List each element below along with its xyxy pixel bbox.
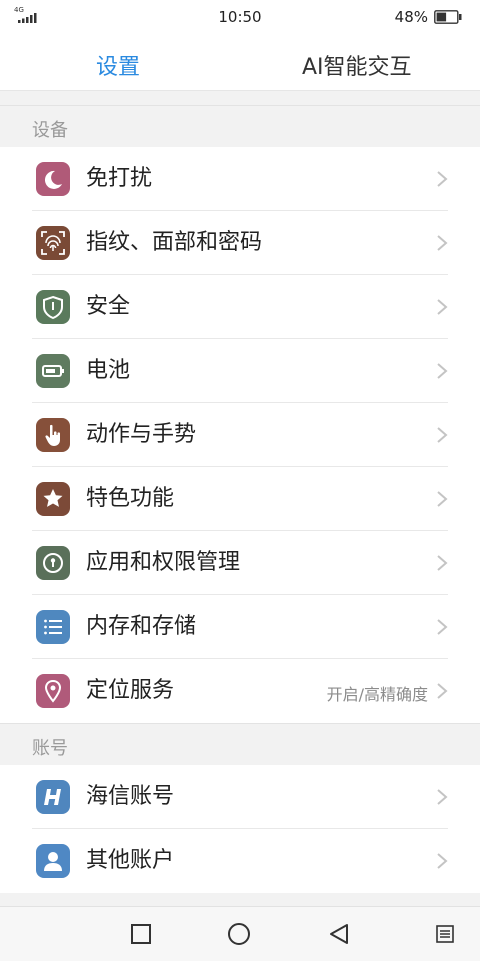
item-label: 指纹、面部和密码 [86,230,263,255]
chevron-right-icon [437,619,448,635]
list-item-featured-functions[interactable]: 特色功能 [0,467,480,531]
section-title-device: 设备 [32,120,68,141]
location-status-value: 开启/高精确度 [326,685,428,704]
app-permission-icon [36,546,70,580]
back-button[interactable] [327,922,351,946]
item-label: 免打扰 [86,166,153,191]
tab-ai-interaction[interactable]: AI智能交互 [302,54,412,82]
moon-icon [36,162,70,196]
status-bar: 4G 10:50 48% [0,0,480,34]
location-pin-icon [36,674,70,708]
item-label: 定位服务 [86,678,175,703]
list-item-fingerprint-face-password[interactable]: 指纹、面部和密码 [0,211,480,275]
fingerprint-icon [36,226,70,260]
item-label: 应用和权限管理 [86,550,241,575]
star-icon [36,482,70,516]
battery-icon [36,354,70,388]
device-settings-list: 免打扰 指纹、面部和密码 安全 电池 动作与手势 特色功能 应用和权限管理 内存… [0,147,480,723]
hand-gesture-icon [36,418,70,452]
system-navigation-bar [0,906,480,961]
chevron-right-icon [437,299,448,315]
list-item-hisense-account[interactable]: 海信账号 [0,765,480,829]
list-item-memory-storage[interactable]: 内存和存储 [0,595,480,659]
list-item-security[interactable]: 安全 [0,275,480,339]
menu-button[interactable] [433,922,457,946]
item-label: 安全 [86,294,131,319]
battery-percent: 48% [394,8,428,26]
item-label: 海信账号 [86,784,175,809]
section-header-account: 账号 [0,723,480,766]
person-icon [36,844,70,878]
hisense-account-icon [36,780,70,814]
item-label: 内存和存储 [86,614,197,639]
storage-list-icon [36,610,70,644]
chevron-right-icon [437,491,448,507]
item-label: 动作与手势 [86,422,197,447]
chevron-right-icon [437,853,448,869]
chevron-right-icon [437,683,448,699]
header-tabs: 设置 AI智能交互 [0,34,480,91]
chevron-right-icon [437,789,448,805]
chevron-right-icon [437,171,448,187]
section-title-account: 账号 [32,738,68,759]
list-item-app-permissions[interactable]: 应用和权限管理 [0,531,480,595]
tab-settings[interactable]: 设置 [96,54,140,82]
recent-apps-button[interactable] [129,922,153,946]
item-label: 电池 [86,358,131,383]
divider [0,91,480,105]
item-label: 其他账户 [86,848,175,873]
list-item-other-accounts[interactable]: 其他账户 [0,829,480,893]
item-label: 特色功能 [86,486,175,511]
section-header-device: 设备 [0,105,480,148]
chevron-right-icon [437,555,448,571]
list-item-battery[interactable]: 电池 [0,339,480,403]
list-item-location-service[interactable]: 定位服务 开启/高精确度 [0,659,480,723]
chevron-right-icon [437,363,448,379]
chevron-right-icon [437,427,448,443]
shield-icon [36,290,70,324]
account-settings-list: 海信账号 其他账户 [0,765,480,893]
list-item-do-not-disturb[interactable]: 免打扰 [0,147,480,211]
battery-status-icon [434,10,462,24]
list-item-motion-gesture[interactable]: 动作与手势 [0,403,480,467]
chevron-right-icon [437,235,448,251]
home-button[interactable] [227,922,251,946]
